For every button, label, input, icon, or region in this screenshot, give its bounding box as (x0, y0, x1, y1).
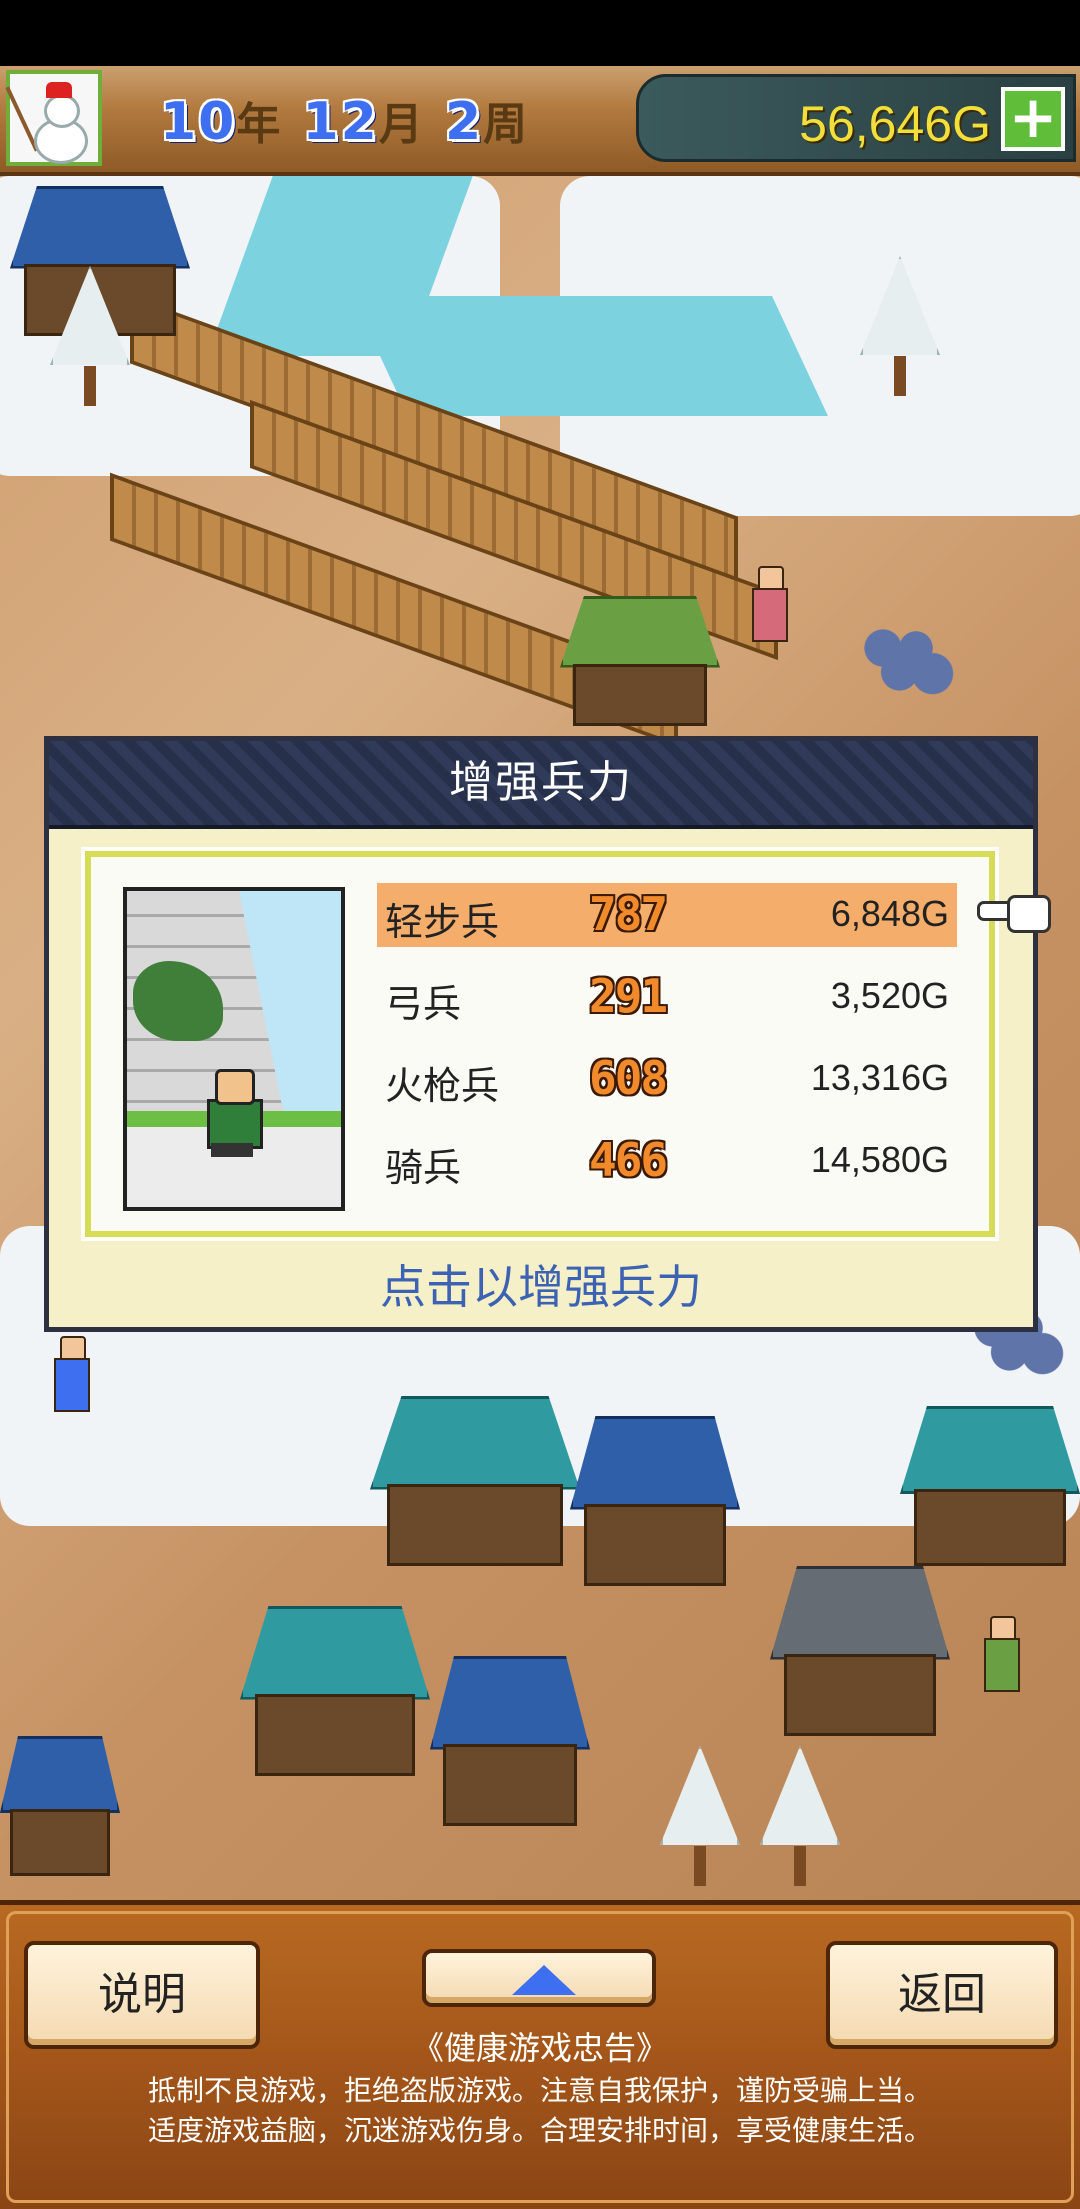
unit-cost: 14,580G (810, 1139, 949, 1180)
soldier-portrait (123, 887, 345, 1211)
year-value: 10 (160, 92, 237, 152)
river (352, 296, 828, 416)
health-advisory-line: 抵制不良游戏，拒绝盗版游戏。注意自我保护，谨防受骗上当。 (147, 2074, 932, 2107)
add-money-button[interactable]: + (1001, 87, 1065, 151)
reinforce-troops-dialog: 增强兵力 轻步兵 787 6,848G 弓兵 291 3,520G 火枪兵 60… (44, 736, 1051, 1332)
snowman-avatar-icon[interactable] (5, 70, 102, 166)
month-value: 12 (302, 92, 379, 152)
unit-name: 骑兵 (385, 1146, 462, 1190)
reinforce-hint[interactable]: 点击以增强兵力 (49, 1251, 1033, 1317)
snowy-tree (760, 1746, 840, 1886)
month-unit: 月 (378, 99, 425, 150)
unit-count: 608 (589, 1051, 668, 1105)
snowy-tree (860, 256, 940, 396)
villager-sprite (980, 1616, 1020, 1696)
villager-sprite (50, 1336, 90, 1416)
week-value: 2 (444, 92, 484, 152)
building[interactable] (240, 1606, 430, 1776)
building[interactable] (900, 1406, 1080, 1566)
snowy-tree (660, 1746, 740, 1886)
unit-cost: 6,848G (830, 893, 949, 934)
status-bar (0, 0, 1080, 66)
arrow-up-icon (512, 1965, 576, 1995)
game-date: 10年 12月 2周 (160, 88, 529, 152)
building[interactable] (560, 596, 720, 726)
unit-count: 787 (589, 887, 668, 941)
building[interactable] (430, 1656, 590, 1826)
unit-row-archers[interactable]: 弓兵 291 3,520G (377, 965, 957, 1029)
pointer-hand-icon (977, 891, 1051, 933)
unit-count: 291 (589, 969, 668, 1023)
unit-row-cavalry[interactable]: 骑兵 466 14,580G (377, 1129, 957, 1193)
dialog-title: 增强兵力 (449, 757, 633, 808)
top-hud: 10年 12月 2周 56,646G + (0, 66, 1080, 176)
unit-row-musketeers[interactable]: 火枪兵 608 13,316G (377, 1047, 957, 1111)
stone-pile (850, 616, 960, 696)
unit-name: 轻步兵 (385, 900, 500, 944)
health-advisory-line: 适度游戏益脑，沉迷游戏伤身。合理安排时间，享受健康生活。 (147, 2114, 932, 2147)
snowy-tree (50, 266, 130, 406)
bottom-panel: 说明 返回 《健康游戏忠告》 抵制不良游戏，拒绝盗版游戏。注意自我保护，谨防受骗… (0, 1900, 1080, 2209)
unit-cost: 3,520G (830, 975, 949, 1016)
money-amount: 56,646G (799, 96, 991, 152)
building[interactable] (0, 1736, 120, 1876)
villager-sprite (748, 566, 788, 646)
health-advisory-title: 《健康游戏忠告》 (411, 2029, 668, 2067)
unit-name: 火枪兵 (385, 1064, 500, 1108)
year-unit: 年 (236, 99, 283, 150)
unit-list-panel: 轻步兵 787 6,848G 弓兵 291 3,520G 火枪兵 608 13,… (81, 847, 1051, 1241)
building[interactable] (570, 1416, 740, 1586)
unit-cost: 13,316G (810, 1057, 949, 1098)
week-unit: 周 (483, 99, 530, 150)
unit-name: 弓兵 (385, 982, 462, 1026)
building[interactable] (370, 1396, 580, 1566)
building[interactable] (770, 1566, 950, 1736)
money-display: 56,646G + (636, 74, 1076, 162)
expand-menu-button[interactable] (422, 1949, 656, 2007)
dialog-header: 增强兵力 (49, 741, 1033, 829)
unit-count: 466 (589, 1133, 668, 1187)
unit-row-light-infantry[interactable]: 轻步兵 787 6,848G (377, 883, 957, 947)
